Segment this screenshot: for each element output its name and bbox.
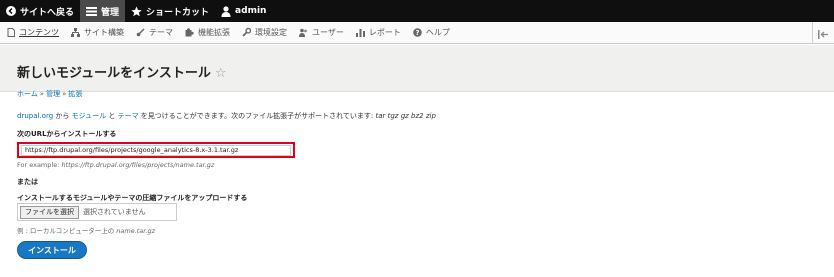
admin-toolbar: サイトへ戻る 管理 ショートカット admin: [0, 0, 834, 22]
svg-text:?: ?: [415, 29, 419, 37]
page-title-text: 新しいモジュールをインストール: [17, 66, 211, 81]
tray-orientation-toggle[interactable]: [812, 22, 834, 44]
breadcrumb-home[interactable]: ホーム: [17, 90, 38, 98]
back-to-site-label: サイトへ戻る: [20, 7, 75, 18]
manage-label: 管理: [101, 7, 120, 18]
shortcuts-tab[interactable]: ショートカット: [125, 0, 215, 22]
tray-item-extend[interactable]: 機能拡張: [179, 22, 236, 44]
tray-item-configuration[interactable]: 環境設定: [236, 22, 293, 44]
tray-item-configuration-label: 環境設定: [255, 28, 287, 37]
upload-field-label: インストールするモジュールやテーマの圧縮ファイルをアップロードする: [17, 194, 248, 202]
tray-item-help-label: ヘルプ: [425, 28, 450, 37]
tray-item-reports[interactable]: レポート: [350, 22, 407, 44]
tray-item-reports-label: レポート: [368, 28, 401, 37]
people-icon: [299, 28, 308, 37]
install-button[interactable]: インストール: [17, 241, 87, 259]
url-hint: For example: https://ftp.drupal.org/file…: [17, 161, 214, 169]
tray-item-people-label: ユーザー: [312, 28, 344, 37]
intro-text-2: と: [106, 112, 118, 120]
admin-tray: コンテンツ サイト構築 テーマ 機能拡張 環境設定 ユーザー レポート ? ヘル…: [0, 22, 834, 44]
breadcrumb-extend[interactable]: 拡張: [68, 90, 82, 98]
user-icon: [221, 5, 231, 17]
content-icon: [6, 28, 15, 37]
file-status-text: 選択されていません: [83, 208, 146, 216]
url-highlight-box: https://ftp.drupal.org/files/projects/go…: [17, 142, 295, 158]
modules-link[interactable]: モジュール: [72, 112, 107, 120]
menu-icon: [86, 6, 98, 16]
manage-tab[interactable]: 管理: [80, 0, 126, 22]
bar-chart-icon: [355, 28, 365, 37]
install-url-input[interactable]: https://ftp.drupal.org/files/projects/go…: [21, 145, 291, 156]
drupal-org-link[interactable]: drupal.org: [17, 112, 53, 120]
url-field-label: 次のURLからインストールする: [17, 130, 117, 138]
tray-item-appearance[interactable]: テーマ: [130, 22, 179, 44]
page-title: 新しいモジュールをインストール ☆: [17, 62, 227, 81]
user-label: admin: [235, 6, 267, 16]
help-icon: ?: [413, 28, 422, 37]
chevron-left-icon: [6, 6, 16, 16]
intro-text: drupal.org から モジュール と テーマ を見つけることができます。次…: [17, 111, 436, 121]
tray-item-extend-label: 機能拡張: [198, 28, 230, 37]
url-hint-prefix: For example:: [17, 161, 62, 169]
choose-file-button[interactable]: ファイルを選択: [20, 205, 79, 219]
tray-item-structure[interactable]: サイト構築: [65, 22, 130, 44]
or-label: または: [17, 178, 38, 186]
url-hint-example: https://ftp.drupal.org/files/projects/na…: [61, 161, 215, 169]
brush-icon: [136, 28, 145, 37]
shortcut-star-icon[interactable]: ☆: [215, 66, 227, 81]
themes-link[interactable]: テーマ: [118, 112, 139, 120]
tray-item-help[interactable]: ? ヘルプ: [407, 22, 456, 44]
shortcuts-label: ショートカット: [146, 7, 210, 18]
orientation-toggle-icon: [818, 24, 829, 43]
star-icon: [131, 6, 142, 17]
tray-item-structure-label: サイト構築: [84, 28, 124, 37]
breadcrumb-separator: »: [39, 90, 45, 98]
upload-file-field: ファイルを選択 選択されていません: [17, 203, 177, 221]
supported-extensions: tar tgz gz bz2 zip: [375, 112, 436, 120]
structure-icon: [71, 28, 80, 37]
tray-item-content[interactable]: コンテンツ: [0, 22, 65, 44]
upload-hint-example: name.tar.gz: [116, 227, 155, 235]
tray-item-content-label: コンテンツ: [19, 28, 59, 37]
back-to-site-link[interactable]: サイトへ戻る: [0, 0, 80, 22]
user-tab[interactable]: admin: [215, 0, 272, 22]
breadcrumb-separator: »: [62, 90, 67, 98]
breadcrumb-admin[interactable]: 管理: [46, 90, 60, 98]
intro-text-1: から: [53, 112, 72, 120]
wrench-icon: [242, 28, 251, 37]
upload-hint: 例 : ローカルコンピューター上の name.tar.gz: [17, 225, 155, 235]
upload-hint-prefix: 例 : ローカルコンピューター上の: [17, 227, 117, 235]
page-header: 新しいモジュールをインストール ☆: [0, 45, 834, 92]
tray-item-appearance-label: テーマ: [149, 28, 173, 37]
breadcrumb: ホーム» 管理» 拡張: [17, 89, 82, 99]
tray-item-people[interactable]: ユーザー: [293, 22, 350, 44]
puzzle-icon: [185, 28, 194, 37]
intro-text-3: を見つけることができます。次のファイル拡張子がサポートされています:: [138, 112, 376, 120]
